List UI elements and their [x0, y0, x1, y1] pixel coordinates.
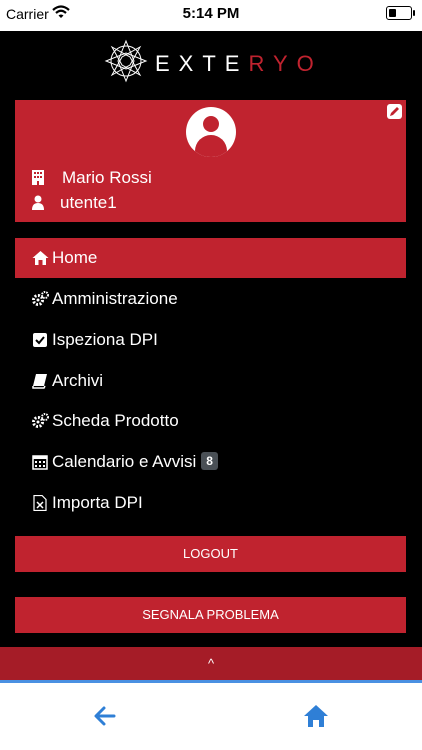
check-square-icon [33, 333, 47, 347]
calendar-icon [32, 455, 48, 470]
battery-icon [386, 6, 415, 20]
menu-item-label: Home [52, 248, 98, 267]
menu-item-amministrazione[interactable]: Amministrazione [15, 279, 406, 319]
excel-file-icon [33, 495, 47, 511]
menu-item-importa-dpi[interactable]: Importa DPI [15, 483, 406, 523]
logo-text-white: EXTE [155, 51, 249, 76]
logo-text-red: RYO [248, 51, 323, 76]
menu-item-ispeziona-dpi[interactable]: Ispeziona DPI [15, 320, 406, 360]
edit-profile-button[interactable] [387, 104, 402, 119]
menu-item-scheda-prodotto[interactable]: Scheda Prodotto [15, 401, 406, 441]
status-bar: Carrier 5:14 PM [0, 0, 422, 31]
menu-item-calendario-e-avvisi[interactable]: Calendario e Avvisi 8 [15, 442, 406, 482]
menu-item-label-wrap: Calendario e Avvisi 8 [52, 452, 218, 472]
profile-name: Mario Rossi [62, 168, 152, 187]
menu-item-label: Ispeziona DPI [52, 330, 158, 349]
menu-item-label: Importa DPI [52, 493, 143, 512]
logo-wordmark: EXTERYO [155, 51, 323, 77]
chevron-up-icon: ^ [207, 656, 215, 671]
logout-button[interactable]: LOGOUT [15, 536, 406, 572]
building-icon [32, 170, 44, 185]
notification-badge: 8 [201, 452, 218, 470]
home-nav-icon[interactable] [303, 703, 329, 729]
book-icon [32, 374, 47, 389]
menu-item-home[interactable]: Home [15, 238, 406, 278]
avatar [186, 107, 236, 157]
pencil-icon [390, 107, 399, 116]
cogs-icon [32, 291, 49, 306]
collapse-menu-button[interactable]: ^ [0, 647, 422, 680]
clock: 5:14 PM [182, 5, 240, 22]
back-arrow-icon[interactable] [92, 703, 118, 729]
report-problem-button[interactable]: SEGNALA PROBLEMA [15, 597, 406, 633]
menu-item-label: Calendario e Avvisi [52, 452, 197, 471]
menu-item-label: Scheda Prodotto [52, 411, 179, 430]
cogs-icon [32, 413, 49, 428]
menu-item-label: Archivi [52, 371, 104, 390]
home-icon [32, 251, 49, 265]
menu-item-label: Amministrazione [52, 289, 178, 308]
menu-item-archivi[interactable]: Archivi [15, 361, 406, 401]
user-icon [32, 195, 44, 210]
logo-mark-icon [104, 39, 148, 83]
bottom-nav-bar [0, 683, 422, 750]
profile-username: utente1 [60, 193, 117, 212]
app-logo: EXTERYO [0, 31, 422, 97]
